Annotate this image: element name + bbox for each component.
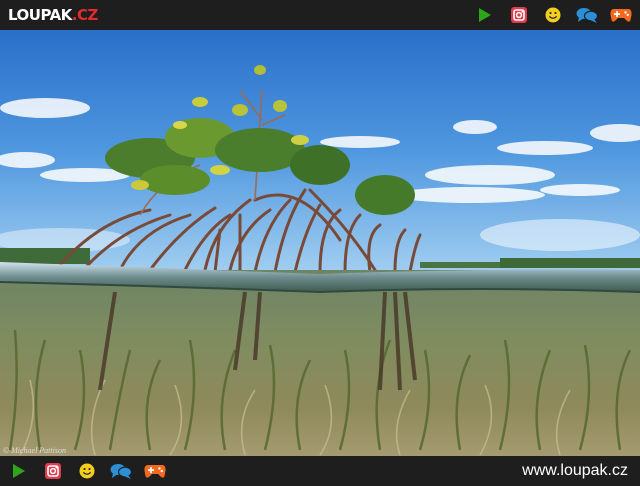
mangrove-photo: [0, 30, 640, 456]
gamepad-icon[interactable]: [144, 462, 166, 480]
smiley-icon[interactable]: [542, 6, 564, 24]
site-url[interactable]: www.loupak.cz: [522, 461, 628, 481]
instagram-icon[interactable]: [508, 6, 530, 24]
top-icon-group: [462, 0, 632, 30]
bottom-bar: www.loupak.cz: [0, 456, 640, 486]
logo-brand: LOUPAK: [8, 6, 72, 24]
smiley-icon[interactable]: [76, 462, 98, 480]
gamepad-icon[interactable]: [610, 6, 632, 24]
chat-icon[interactable]: [576, 6, 598, 24]
instagram-icon[interactable]: [42, 462, 64, 480]
photo-credit: © Michael Pattison: [3, 446, 66, 455]
top-bar: LOUPAK.CZ: [0, 0, 640, 30]
site-logo[interactable]: LOUPAK.CZ: [8, 5, 98, 25]
chat-icon[interactable]: [110, 462, 132, 480]
logo-tld: .CZ: [71, 6, 99, 24]
play-icon[interactable]: [8, 462, 30, 480]
play-icon[interactable]: [474, 6, 496, 24]
bottom-icon-group: [0, 456, 166, 486]
